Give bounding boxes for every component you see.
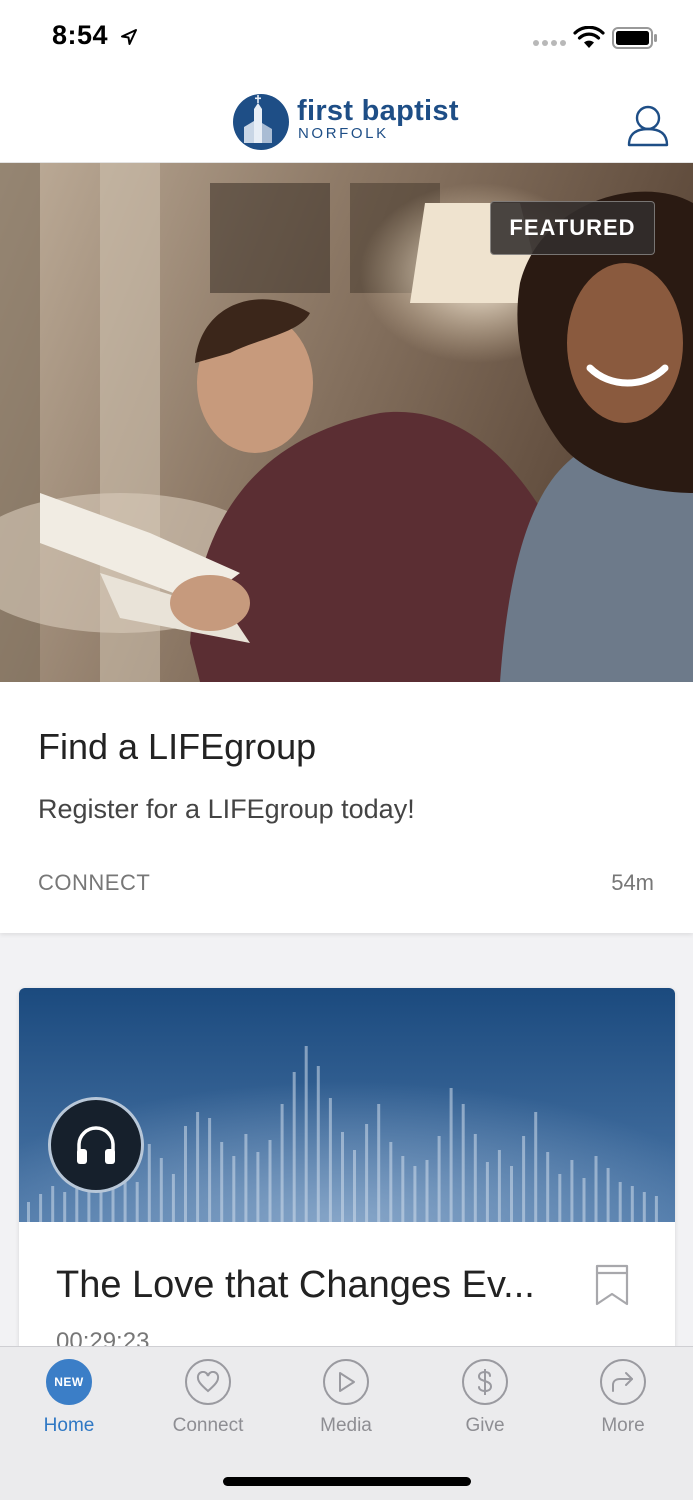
tab-home-label: Home <box>43 1415 95 1436</box>
waveform-bar <box>497 1150 501 1222</box>
featured-badge: FEATURED <box>490 201 655 255</box>
dollar-icon <box>477 1369 493 1395</box>
headphones-icon <box>77 1126 115 1164</box>
waveform-bar <box>377 1104 381 1222</box>
waveform-bar <box>558 1174 562 1222</box>
waveform-bar <box>232 1156 236 1222</box>
waveform-bar <box>449 1088 453 1222</box>
logo-subtitle: NORFOLK <box>298 125 389 142</box>
waveform-bar <box>196 1112 200 1222</box>
featured-hero-image[interactable]: FEATURED <box>0 163 693 682</box>
waveform-bar <box>437 1136 441 1222</box>
home-indicator <box>223 1477 471 1486</box>
waveform-bar <box>244 1134 248 1222</box>
waveform-bar <box>268 1140 272 1222</box>
featured-time-ago: 54m <box>611 870 654 895</box>
waveform-bar <box>618 1182 622 1222</box>
media-title: The Love that Changes Ev... <box>56 1264 535 1306</box>
waveform-bar <box>220 1142 224 1222</box>
waveform-bar <box>413 1166 417 1222</box>
tab-home[interactable]: NEW Home <box>9 1359 129 1437</box>
waveform-bar <box>485 1162 489 1222</box>
waveform-bar <box>353 1150 356 1222</box>
featured-description: Register for a LIFEgroup today! <box>38 794 415 824</box>
tab-connect-label: Connect <box>172 1415 244 1436</box>
waveform-bar <box>546 1152 550 1222</box>
featured-category: CONNECT <box>38 870 151 895</box>
waveform-bar <box>171 1174 175 1222</box>
tab-more-label: More <box>601 1415 645 1436</box>
waveform-bar <box>570 1160 574 1222</box>
tab-more[interactable]: More <box>563 1359 683 1437</box>
waveform-bar <box>147 1144 151 1222</box>
waveform-bar <box>328 1098 332 1222</box>
waveform-bar <box>159 1158 163 1222</box>
tab-media[interactable]: Media <box>286 1359 406 1437</box>
new-badge-icon: NEW <box>46 1359 92 1405</box>
waveform-bar <box>184 1126 187 1222</box>
waveform-bar <box>401 1156 405 1222</box>
waveform-bar <box>425 1160 429 1222</box>
waveform-bar <box>292 1072 296 1222</box>
waveform-bar <box>39 1194 43 1222</box>
app-header: first baptist NORFOLK <box>0 80 693 163</box>
church-logo-icon <box>233 94 289 150</box>
share-arrow-icon <box>612 1372 633 1392</box>
tab-give-label: Give <box>465 1415 505 1436</box>
waveform-bar <box>654 1196 658 1222</box>
waveform-bar <box>304 1046 308 1222</box>
play-icon <box>339 1372 355 1392</box>
waveform-bar <box>534 1112 538 1222</box>
waveform-bar <box>642 1192 646 1222</box>
waveform-bar <box>630 1186 634 1222</box>
profile-icon[interactable] <box>626 105 670 147</box>
waveform-bar <box>461 1104 465 1222</box>
tab-give[interactable]: Give <box>425 1359 545 1437</box>
logo-title: first baptist <box>297 95 459 127</box>
wifi-icon <box>573 26 605 48</box>
waveform-bar <box>280 1104 284 1222</box>
waveform-bar <box>208 1118 212 1222</box>
status-bar: 8:54 <box>0 0 693 80</box>
waveform-bar <box>27 1202 30 1222</box>
tab-connect[interactable]: Connect <box>148 1359 268 1437</box>
waveform-bar <box>63 1192 67 1222</box>
heart-icon <box>196 1371 220 1393</box>
battery-icon <box>612 27 657 49</box>
waveform-bar <box>594 1156 598 1222</box>
waveform-bar <box>316 1066 320 1222</box>
featured-card[interactable]: Find a LIFEgroup Register for a LIFEgrou… <box>0 682 693 933</box>
status-time: 8:54 <box>52 20 109 50</box>
waveform-bar <box>256 1152 260 1222</box>
waveform-bar <box>389 1142 393 1222</box>
waveform-bar <box>582 1178 586 1222</box>
location-arrow-icon <box>121 29 137 45</box>
bookmark-icon[interactable] <box>595 1264 629 1306</box>
waveform-bar <box>473 1134 477 1222</box>
waveform-bar <box>522 1136 526 1222</box>
media-card[interactable]: The Love that Changes Ev... 00:29:23 <box>19 988 675 1408</box>
tab-media-label: Media <box>320 1415 372 1436</box>
cellular-signal-icon <box>533 40 566 46</box>
waveform-bar <box>135 1182 139 1222</box>
waveform-bar <box>341 1132 344 1222</box>
waveform-bar <box>606 1168 610 1222</box>
waveform-bar <box>510 1166 513 1222</box>
featured-title: Find a LIFEgroup <box>38 726 317 767</box>
new-badge: NEW <box>54 1375 84 1389</box>
waveform-bar <box>365 1124 369 1222</box>
audio-type-badge <box>48 1097 144 1193</box>
waveform-bar <box>51 1186 55 1222</box>
